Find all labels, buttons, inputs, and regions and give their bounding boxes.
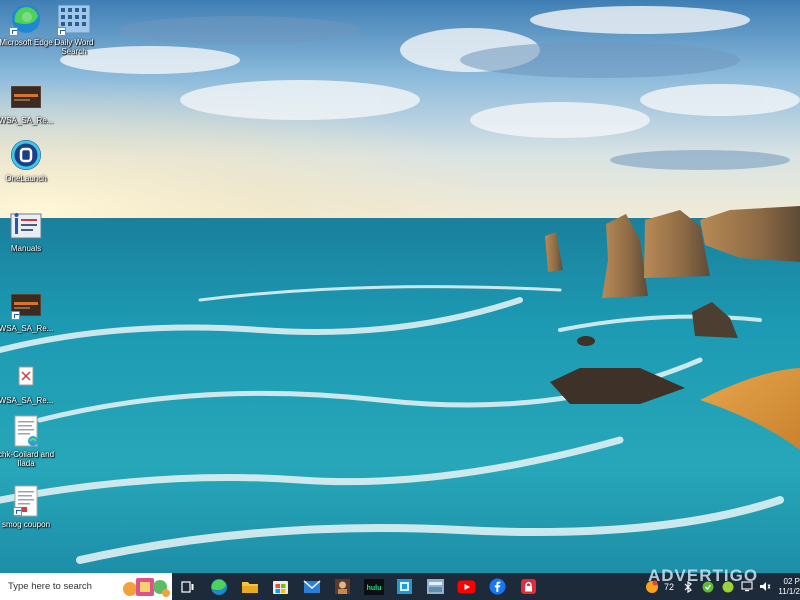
desktop-icon-label: Manuals (10, 244, 42, 253)
shortcut-arrow-icon (13, 507, 22, 516)
desktop-icon-label: Daily Word Search (54, 38, 94, 56)
taskbar-lock-app-button[interactable] (513, 573, 544, 600)
coastline-scene (0, 0, 800, 573)
search-highlight-illustration-icon (123, 578, 170, 597)
edge-icon (210, 578, 227, 595)
manuals-icon (9, 208, 43, 242)
document-icon (9, 484, 43, 518)
task-view-button[interactable] (172, 573, 203, 600)
youtube-icon (457, 580, 476, 593)
facebook-icon (489, 578, 506, 595)
pdf-file-icon (9, 360, 43, 394)
hulu-logo-text: hulu (366, 585, 381, 592)
lock-app-icon (521, 579, 536, 594)
desktop-icon-label: chk-Coilard and Ilada (0, 450, 55, 468)
desktop-icon-chk-coilard[interactable]: chk-Coilard and Ilada (0, 414, 55, 468)
clock-time: 02 P (783, 576, 800, 586)
desktop-icon-label: WSA_SA_Re... (0, 396, 54, 405)
desktop-icon-wsa-file-2[interactable]: WSA_SA_Re... (0, 288, 54, 333)
file-explorer-icon (241, 582, 258, 593)
taskbar-game-button[interactable] (420, 573, 451, 600)
desktop-icon-smog-coupon[interactable]: smog coupon (0, 484, 52, 529)
document-icon (9, 414, 43, 448)
shortcut-arrow-icon (9, 27, 18, 36)
hulu-icon: hulu (363, 578, 384, 595)
taskbar-youtube-button[interactable] (451, 573, 482, 600)
taskbar-hulu-button[interactable]: hulu (358, 573, 389, 600)
shortcut-arrow-icon (11, 311, 20, 320)
desktop-icon-wsa-file-1[interactable]: WSA_SA_Re... (0, 80, 54, 125)
wsa-file-icon (9, 80, 43, 114)
desktop-icon-manuals[interactable]: Manuals (0, 208, 52, 253)
task-view-icon (180, 580, 193, 593)
word-search-icon (57, 2, 91, 36)
desktop-icon-onelaunch[interactable]: OneLaunch (0, 138, 52, 183)
photo-app-icon (335, 579, 350, 594)
wsa-file-icon (9, 288, 43, 322)
watermark-logo: ADVERTIGO (648, 566, 759, 585)
desktop-icon-label: OneLaunch (5, 174, 47, 183)
desktop-icon-label: WSA_SA_Re... (0, 324, 54, 333)
taskbar-app-button[interactable] (389, 573, 420, 600)
desktop-icon-label: smog coupon (1, 520, 51, 529)
taskbar-clock[interactable]: 02 P 11/1/2 (774, 577, 800, 597)
game-icon (427, 579, 444, 594)
edge-icon (9, 2, 43, 36)
taskbar-mail-button[interactable] (296, 573, 327, 600)
tray-volume-button[interactable] (756, 573, 774, 600)
desktop-icon-wsa-file-3[interactable]: WSA_SA_Re... (0, 360, 54, 405)
taskbar-file-explorer-button[interactable] (234, 573, 265, 600)
taskbar-store-button[interactable] (265, 573, 296, 600)
desktop-icon-label: WSA_SA_Re... (0, 116, 54, 125)
taskbar-search-box[interactable]: Type here to search (0, 573, 172, 600)
clock-date: 11/1/2 (778, 586, 800, 596)
app-icon (397, 579, 412, 594)
desktop-wallpaper (0, 0, 800, 573)
onelaunch-icon (9, 138, 43, 172)
taskbar-edge-button[interactable] (203, 573, 234, 600)
taskbar-facebook-button[interactable] (482, 573, 513, 600)
search-placeholder: Type here to search (8, 581, 92, 592)
desktop-icon-daily-word-search[interactable]: Daily Word Search (48, 2, 100, 56)
shortcut-arrow-icon (57, 27, 66, 36)
volume-icon (760, 582, 771, 591)
taskbar-photo-app-button[interactable] (327, 573, 358, 600)
mail-icon (303, 579, 320, 593)
store-icon (273, 581, 288, 594)
